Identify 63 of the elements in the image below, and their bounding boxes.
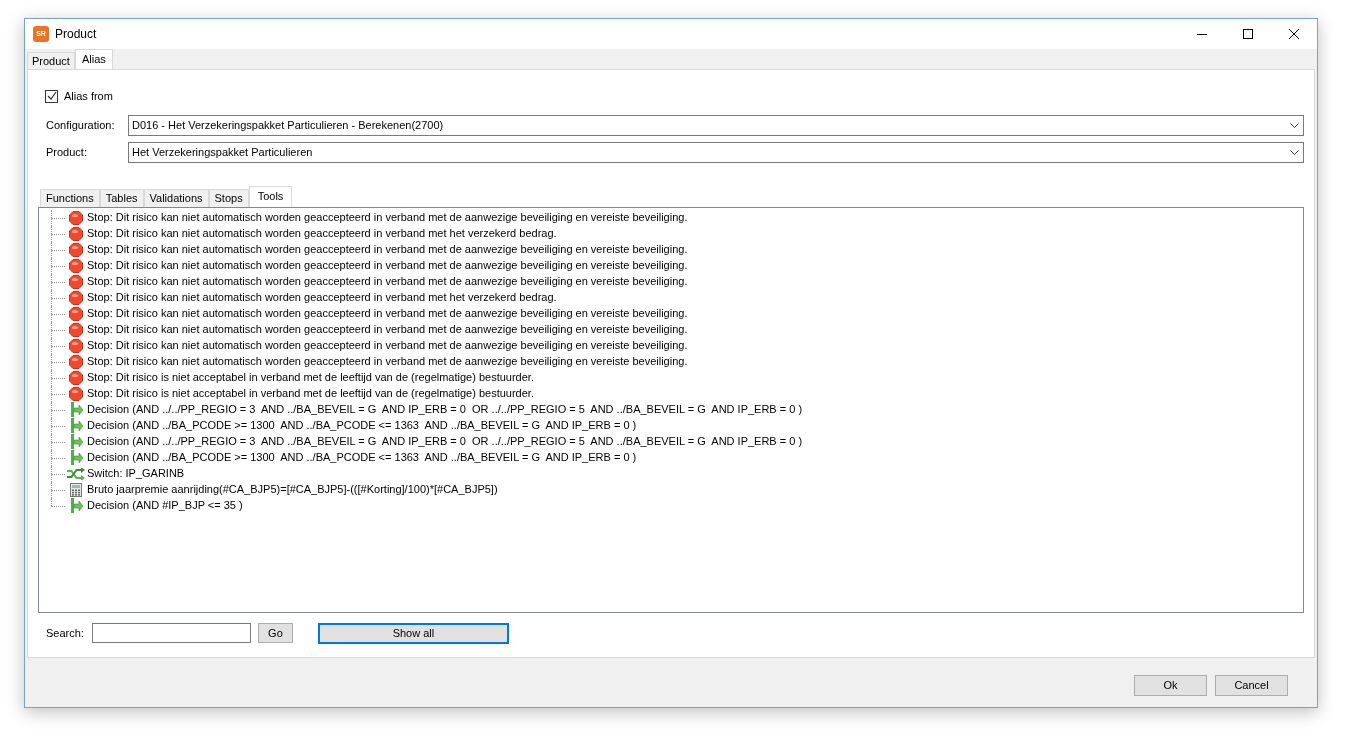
tree-item[interactable]: Stop: Dit risico is niet acceptabel in verband met de leeftijd van de (regelmatige) bestuurder.: [87, 385, 534, 402]
tree-item[interactable]: Stop: Dit risico kan niet automatisch worden geaccepteerd in verband met de aanwezige beveiliging en vereiste beveiliging.: [87, 305, 688, 322]
tree-item[interactable]: Stop: Dit risico kan niet automatisch worden geaccepteerd in verband met de aanwezige beveiliging en vereiste beveiliging.: [87, 257, 688, 274]
ok-button[interactable]: Ok: [1134, 675, 1207, 696]
stop-icon: [69, 386, 83, 401]
alias-checkbox[interactable]: [45, 89, 58, 103]
stop-icon: [69, 226, 83, 241]
stop-icon: [69, 354, 83, 369]
tree-item[interactable]: Decision (AND ../BA_PCODE >= 1300 AND ../BA_PCODE <= 1363 AND ../BA_BEVEIL = G AND IP_ERB = 0 ): [87, 449, 637, 466]
calculator-icon: [70, 482, 82, 497]
tree-item[interactable]: Stop: Dit risico kan niet automatisch worden geaccepteerd in verband met de aanwezige beveiliging en vereiste beveiliging.: [87, 273, 688, 290]
tab[interactable]: Functions: [40, 188, 100, 207]
tree-item[interactable]: Decision (AND ../BA_PCODE >= 1300 AND ../BA_PCODE <= 1363 AND ../BA_BEVEIL = G AND IP_ERB = 0 ): [87, 417, 637, 434]
tree-item[interactable]: Stop: Dit risico kan niet automatisch worden geaccepteerd in verband met de aanwezige beveiliging en vereiste beveiliging.: [87, 337, 688, 354]
tree-item[interactable]: Stop: Dit risico kan niet automatisch worden geaccepteerd in verband met de aanwezige beveiliging en vereiste beveiliging.: [87, 209, 688, 226]
dropdown-field[interactable]: Het Verzekeringspakket Particulieren: [128, 141, 1304, 163]
branch-arrow-icon: [69, 498, 83, 513]
tree-item[interactable]: Stop: Dit risico kan niet automatisch worden geaccepteerd in verband met het verzekerd bedrag.: [87, 225, 557, 242]
stop-icon: [69, 258, 83, 273]
dropdown-field[interactable]: D016 - Het Verzekeringspakket Particulieren - Berekenen(2700): [128, 114, 1304, 136]
checkbox-label: Alias from: [64, 89, 113, 104]
stop-icon: [69, 274, 83, 289]
tree-item[interactable]: Stop: Dit risico kan niet automatisch worden geaccepteerd in verband met de aanwezige beveiliging en vereiste beveiliging.: [87, 321, 688, 338]
tab[interactable]: Alias: [74, 49, 113, 69]
tree-item[interactable]: Decision (AND #IP_BJP <= 35 ): [87, 497, 243, 514]
stop-icon: [69, 242, 83, 257]
branch-arrow-icon: [69, 402, 83, 417]
search-label: Search:: [46, 625, 84, 641]
branch-arrow-icon: [69, 418, 83, 433]
go-button[interactable]: Go: [257, 623, 293, 643]
tab[interactable]: Tables: [99, 188, 144, 207]
stop-icon: [69, 290, 83, 305]
branch-arrow-icon: [69, 450, 83, 465]
cancel-button[interactable]: Cancel: [1215, 675, 1288, 696]
field-label: Configuration:: [45, 117, 116, 133]
show-all-button[interactable]: Show all: [317, 622, 509, 644]
tab[interactable]: Validations: [143, 188, 209, 207]
close-icon: [1289, 29, 1299, 39]
maximize-icon: [1243, 29, 1253, 39]
tab[interactable]: Stops: [208, 188, 249, 207]
stop-icon: [69, 306, 83, 321]
tab[interactable]: Tools: [248, 185, 293, 207]
stop-icon: [69, 322, 83, 337]
branch-arrow-icon: [69, 434, 83, 449]
shuffle-arrows-icon: [67, 467, 85, 480]
tree-item[interactable]: Switch: IP_GARINB: [87, 465, 185, 482]
tree-item[interactable]: Decision (AND ../../PP_REGIO = 3 AND ../BA_BEVEIL = G AND IP_ERB = 0 OR ../../PP_REGIO = 5 AND ../BA_BEVEIL = G AND IP_ERB = 0 ): [87, 401, 803, 418]
tree-item[interactable]: Stop: Dit risico kan niet automatisch worden geaccepteerd in verband met de aanwezige beveiliging en vereiste beveiliging.: [87, 241, 688, 258]
tab[interactable]: Product: [27, 52, 75, 69]
chevron-down-icon: [1290, 149, 1299, 155]
tree-item[interactable]: Bruto jaarpremie aanrijding(#CA_BJP5)=[#CA_BJP5]-(([#Korting]/100)*[#CA_BJP5]): [87, 481, 498, 498]
stop-icon: [69, 338, 83, 353]
stop-icon: [69, 370, 83, 385]
chevron-down-icon: [1290, 122, 1299, 128]
tree-item[interactable]: Decision (AND ../../PP_REGIO = 3 AND ../BA_BEVEIL = G AND IP_ERB = 0 OR ../../PP_REGIO = 5 AND ../BA_BEVEIL = G AND IP_ERB = 0 ): [87, 433, 803, 450]
tree-item[interactable]: Stop: Dit risico kan niet automatisch worden geaccepteerd in verband met het verzekerd bedrag.: [87, 289, 557, 306]
tree-item[interactable]: Stop: Dit risico kan niet automatisch worden geaccepteerd in verband met de aanwezige beveiliging en vereiste beveiliging.: [87, 353, 688, 370]
tree-item[interactable]: Stop: Dit risico is niet acceptabel in verband met de leeftijd van de (regelmatige) bestuurder.: [87, 369, 534, 386]
stop-icon: [69, 210, 83, 225]
minimize-icon: [1197, 33, 1207, 35]
window-title: Product: [55, 26, 97, 43]
search-field[interactable]: [91, 623, 251, 643]
field-label: Product:: [45, 144, 88, 160]
